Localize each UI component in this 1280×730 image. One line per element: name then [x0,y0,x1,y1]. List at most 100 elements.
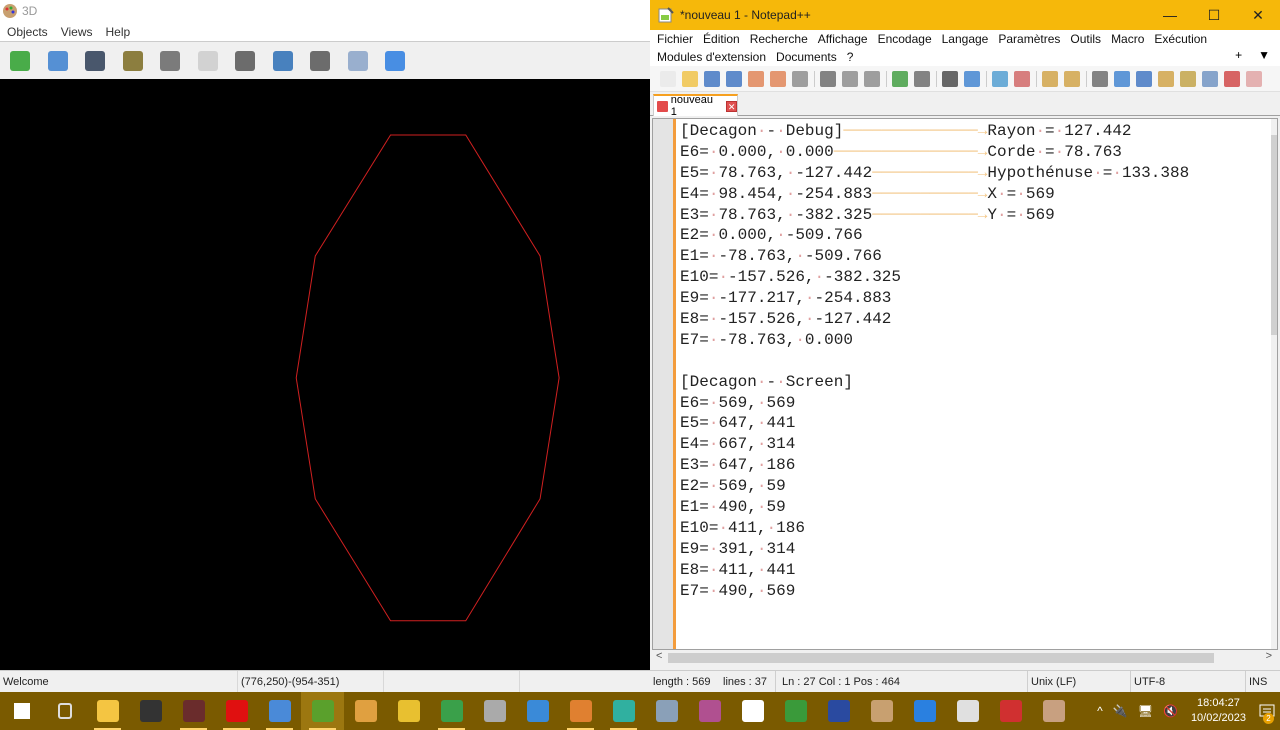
editor-line[interactable]: E7=·490,·569 [680,581,1189,602]
scroll-left-arrow[interactable]: < [656,650,662,662]
find-icon[interactable] [942,70,958,87]
redo-icon[interactable] [914,70,930,87]
editor-line[interactable]: E9=·-177.217,·-254.883 [680,288,1189,309]
hex-editor-taskbar-button[interactable] [774,692,817,730]
tab-nouveau-1[interactable]: nouveau 1 ✕ [653,94,738,118]
gimp-taskbar-button[interactable] [559,692,602,730]
display-settings-button[interactable] [267,45,299,77]
database-taskbar-button[interactable] [473,692,516,730]
smiley-taskbar-button[interactable] [903,692,946,730]
menu-affichage[interactable]: Affichage [818,32,868,46]
cards-taskbar-button[interactable] [731,692,774,730]
paste-icon[interactable] [864,70,880,87]
c-app-taskbar-button[interactable] [172,692,215,730]
editor-line[interactable]: [Decagon·-·Screen] [680,372,1189,393]
menu-macro[interactable]: Macro [1111,32,1144,46]
editor-line[interactable]: E8=·-157.526,·-127.442 [680,309,1189,330]
menu-encodage[interactable]: Encodage [878,32,932,46]
menu-fichier[interactable]: Fichier [657,32,693,46]
zoom-in-icon[interactable] [992,70,1008,87]
printer-app-taskbar-button[interactable] [946,692,989,730]
udl-icon[interactable] [1158,70,1174,87]
chart-app-taskbar-button[interactable] [301,692,344,730]
writer-taskbar-button[interactable] [516,692,559,730]
paint-app-taskbar-button[interactable] [989,692,1032,730]
editor-line[interactable]: E2=·0.000,·-509.766 [680,225,1189,246]
new-object-button[interactable] [4,45,36,77]
close-file-icon[interactable] [748,70,764,87]
windows-app-taskbar-button[interactable] [344,692,387,730]
menu-parametres[interactable]: Paramètres [998,32,1060,46]
maximize-button[interactable]: ☐ [1192,0,1236,30]
new-file-icon[interactable] [660,70,676,87]
tab-list-button[interactable]: ▼ [1258,48,1270,62]
start-taskbar-button[interactable] [0,692,43,730]
task-view-taskbar-button[interactable] [43,692,86,730]
blank-page-button[interactable] [192,45,224,77]
sync-vertical-icon[interactable] [1042,70,1058,87]
vertical-scrollbar[interactable] [1271,119,1277,649]
wrench-button[interactable] [304,45,336,77]
color-gradient-taskbar-button[interactable] [602,692,645,730]
minimize-button[interactable]: — [1148,0,1192,30]
car-taskbar-button[interactable] [817,692,860,730]
tab-close-icon[interactable]: ✕ [726,100,737,112]
editor-line[interactable]: E5=·647,·441 [680,413,1189,434]
sync-horizontal-icon[interactable] [1064,70,1080,87]
close-all-icon[interactable] [770,70,786,87]
camera-app-taskbar-button[interactable] [129,692,172,730]
editor-line[interactable]: E3=·78.763,·-382.325───────────→Y·=·569 [680,205,1189,226]
menu-execution[interactable]: Exécution [1154,32,1207,46]
editor-line[interactable]: E2=·569,·59 [680,476,1189,497]
save-button[interactable] [79,45,111,77]
tools-app-taskbar-button[interactable] [387,692,430,730]
editor-content[interactable]: [Decagon·-·Debug]──────────────→Rayon·=·… [680,121,1189,601]
drawing-canvas[interactable] [0,79,650,670]
horizontal-scrollbar[interactable]: < > [652,650,1278,666]
games-taskbar-button[interactable] [688,692,731,730]
open-file-icon[interactable] [682,70,698,87]
macro-record-icon[interactable] [1224,70,1240,87]
network-icon[interactable]: 🖥 [1138,704,1153,718]
doc-map-icon[interactable] [1180,70,1196,87]
save-all-icon[interactable] [726,70,742,87]
editor-line[interactable]: E4=·98.454,·-254.883───────────→X·=·569 [680,184,1189,205]
calculator-app-taskbar-button[interactable] [258,692,301,730]
menu-views[interactable]: Views [61,25,93,39]
menu-recherche[interactable]: Recherche [750,32,808,46]
new-tab-button[interactable]: + [1235,48,1242,62]
picture-frame-button[interactable] [342,45,374,77]
editor-line[interactable]: E8=·411,·441 [680,560,1189,581]
menu-help[interactable]: Help [105,25,130,39]
volume-muted-icon[interactable]: 🔇 [1163,704,1178,718]
text-editor[interactable]: [Decagon·-·Debug]──────────────→Rayon·=·… [652,118,1278,650]
editor-line[interactable]: E6=·0.000,·0.000───────────────→Corde·=·… [680,142,1189,163]
menu-documents[interactable]: Documents [776,50,837,64]
replace-icon[interactable] [964,70,980,87]
box-taskbar-button[interactable] [860,692,903,730]
print-file-icon[interactable] [792,70,808,87]
scroll-right-arrow[interactable]: > [1266,650,1272,662]
opera-taskbar-button[interactable] [215,692,258,730]
close-button[interactable]: ✕ [1236,0,1280,30]
editor-line[interactable] [680,351,1189,372]
spreadsheet-taskbar-button[interactable] [430,692,473,730]
save-as-edit-button[interactable] [117,45,149,77]
calculator-button[interactable] [229,45,261,77]
editor-line[interactable]: E7=·-78.763,·0.000 [680,330,1189,351]
undo-icon[interactable] [892,70,908,87]
help-button[interactable] [379,45,411,77]
menu-help[interactable]: ? [847,50,854,64]
editor-line[interactable]: E5=·78.763,·-127.442───────────→Hypothén… [680,163,1189,184]
menu-objects[interactable]: Objects [7,25,48,39]
clock[interactable]: 18:04:27 10/02/2023 [1191,696,1246,726]
cut-icon[interactable] [820,70,836,87]
copy-icon[interactable] [842,70,858,87]
power-icon[interactable]: 🔌 [1113,704,1128,718]
editor-line[interactable]: E10=·411,·186 [680,518,1189,539]
function-list-icon[interactable] [1202,70,1218,87]
notification-center-button[interactable]: 2 [1254,692,1280,730]
print-button[interactable] [154,45,186,77]
folder-workspace-icon[interactable] [1246,70,1262,87]
editor-line[interactable]: [Decagon·-·Debug]──────────────→Rayon·=·… [680,121,1189,142]
